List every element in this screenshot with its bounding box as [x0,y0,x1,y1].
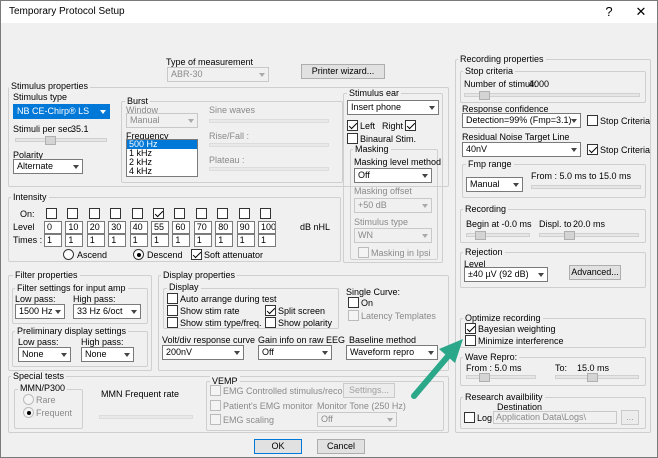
annotation-arrow-shaft [411,352,452,399]
protocol-setup-dialog: Temporary Protocol Setup ? ✕ Type of mea… [0,0,658,458]
annotation-arrow [411,339,463,399]
